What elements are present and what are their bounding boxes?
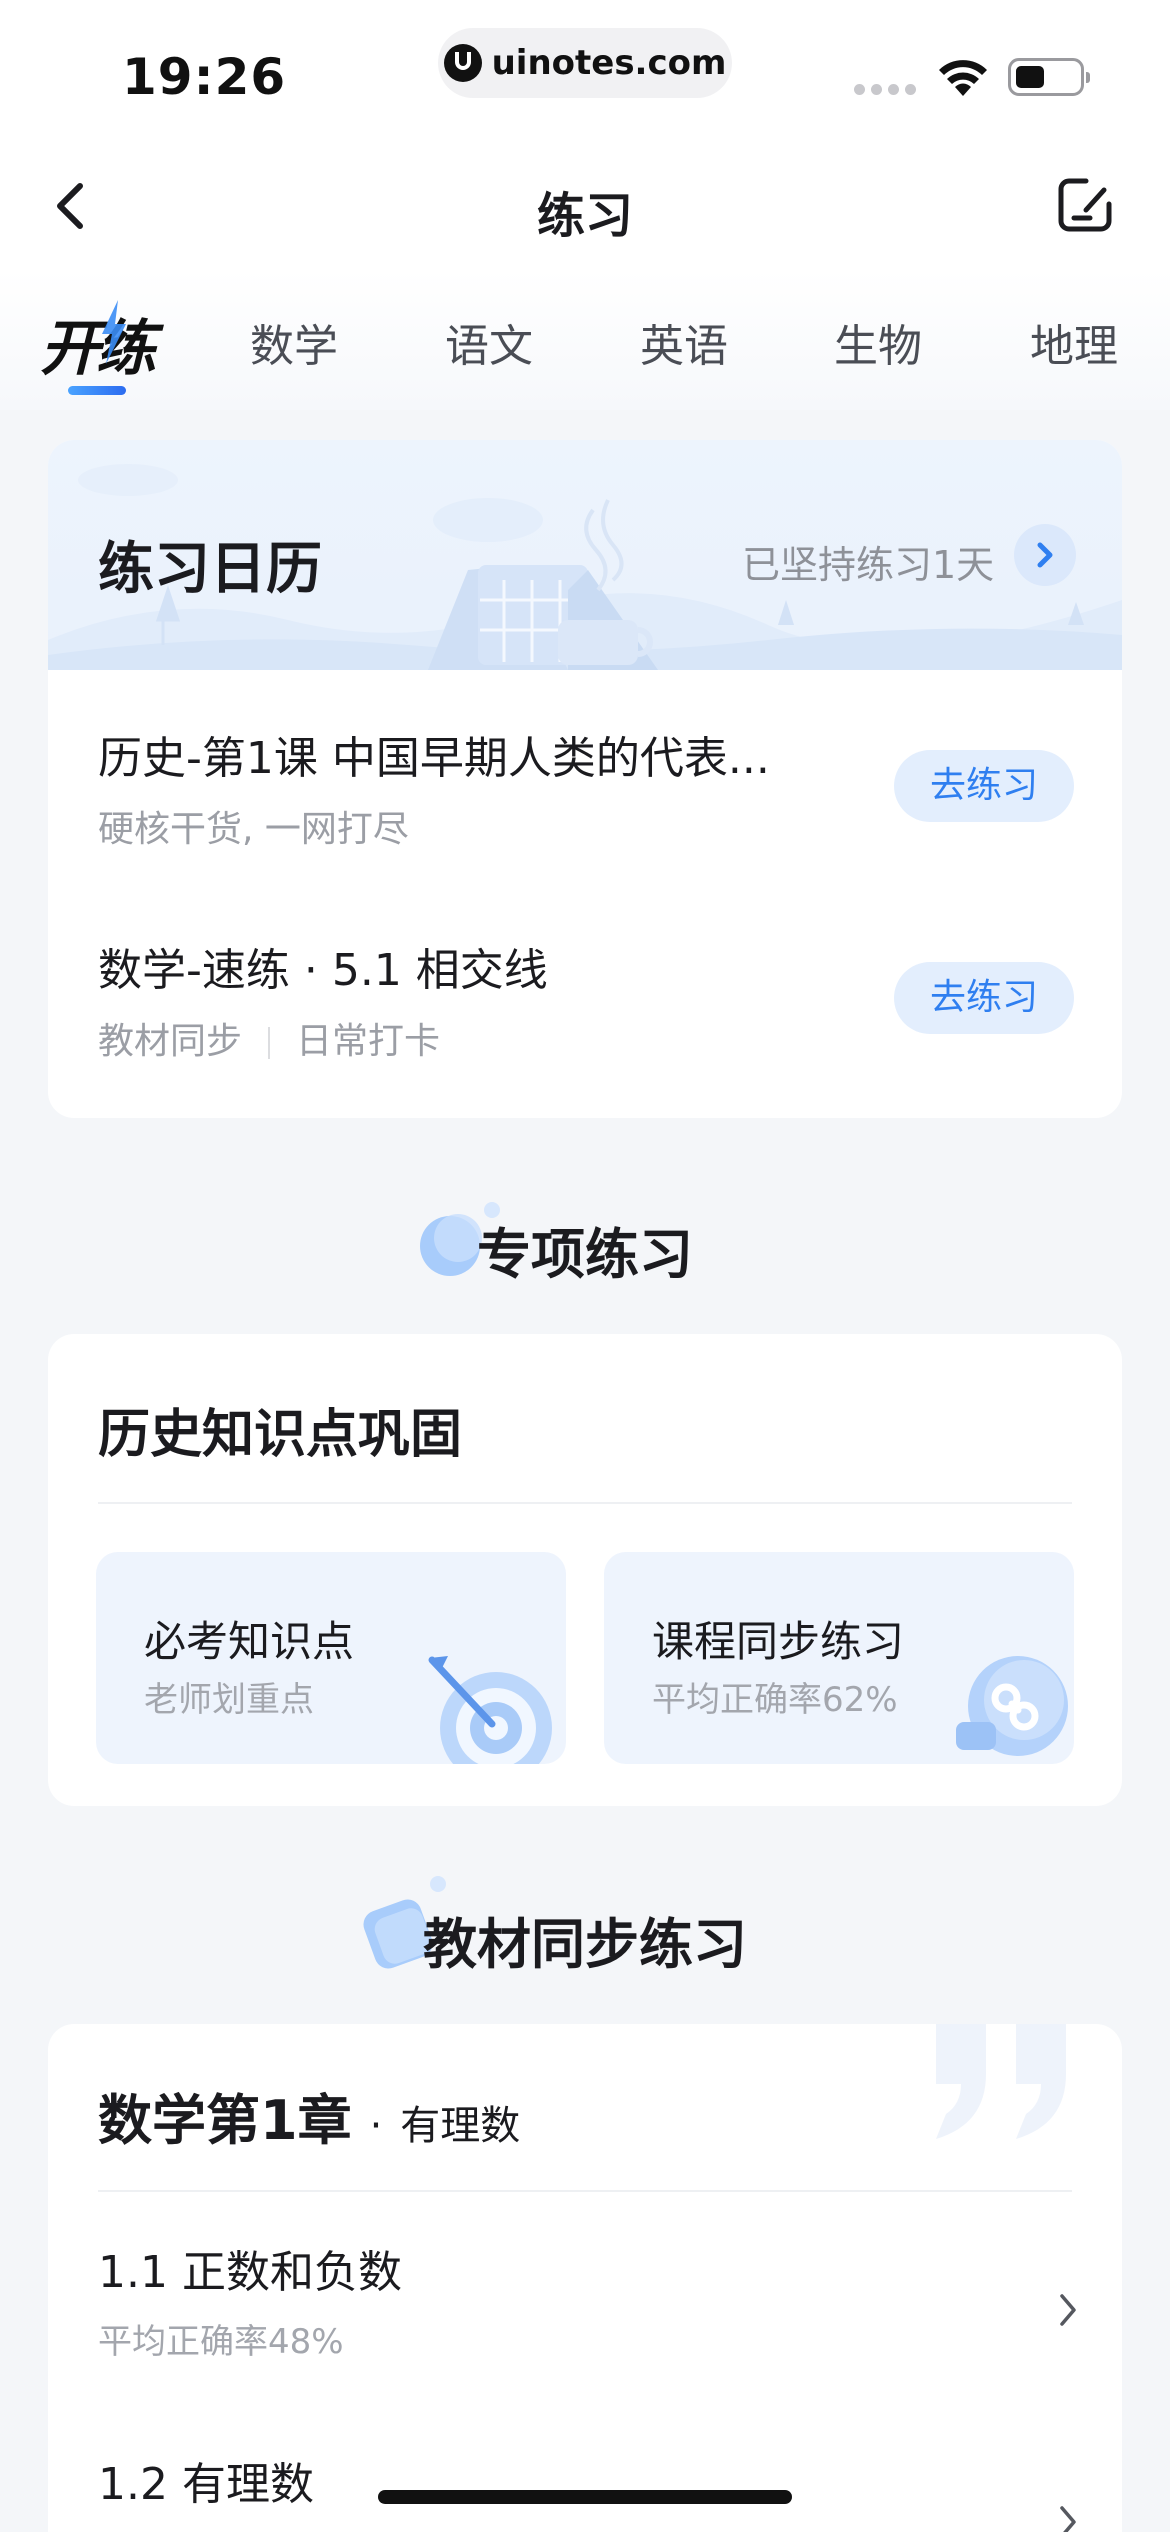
chapter-title: 数学第1章 · 有理数 <box>98 2076 520 2155</box>
url-text: uinotes.com <box>491 43 727 83</box>
chapter-name: 数学第1章 <box>98 2089 352 2152</box>
target-icon <box>428 1656 552 1764</box>
task-title-history: 历史-第1课 中国早期人类的代表... <box>98 733 770 784</box>
chevron-right-icon <box>1060 2506 1076 2532</box>
divider <box>98 1502 1072 1504</box>
chevron-right-icon <box>1037 542 1053 568</box>
practice-calendar-card: 练习日历 已坚持练习1天 历史-第1课 中国早期人类的代表... 硬核干货, 一… <box>48 440 1122 1118</box>
textbook-section-header: 教材同步练习 <box>0 1876 1170 1979</box>
task-title-math: 数学-速练 · 5.1 相交线 <box>98 945 548 996</box>
wifi-icon <box>939 60 987 96</box>
must-know-subtitle: 老师划重点 <box>144 1680 314 1720</box>
tag-textbook-sync: 教材同步 <box>98 1021 243 1062</box>
cellular-signal-icon <box>854 84 916 95</box>
tab-math[interactable]: 数学 <box>250 310 338 374</box>
status-bar: 19:26 uinotes.com <box>0 0 1170 140</box>
tab-chinese[interactable]: 语文 <box>445 310 533 374</box>
tab-english[interactable]: 英语 <box>640 310 728 374</box>
textbook-chapter-card: 数学第1章 · 有理数 1.1 正数和负数 平均正确率48% 1.2 有理数 <box>48 2024 1122 2532</box>
task-subtitle-history: 硬核干货, 一网打尽 <box>98 809 409 850</box>
course-sync-title: 课程同步练习 <box>652 1617 905 1666</box>
streak-text: 已坚持练习1天 <box>742 543 995 587</box>
lesson-title: 1.1 正数和负数 <box>98 2247 402 2298</box>
lightning-icon <box>102 300 126 364</box>
quote-mark-icon <box>936 2024 1066 2139</box>
must-know-title: 必考知识点 <box>144 1617 355 1666</box>
special-section-header: 专项练习 <box>0 1202 1170 1289</box>
course-sync-subtitle: 平均正确率62% <box>652 1680 898 1720</box>
calendar-header[interactable]: 练习日历 已坚持练习1天 <box>48 440 1122 670</box>
must-know-tile[interactable]: 必考知识点 老师划重点 <box>96 1552 566 1764</box>
battery-icon <box>1008 58 1090 96</box>
special-practice-card: 历史知识点巩固 必考知识点 老师划重点 课程同步练习 平均正确率62% <box>48 1334 1122 1806</box>
page-title: 练习 <box>536 188 633 244</box>
site-logo-icon <box>443 44 482 82</box>
divider <box>98 2190 1072 2192</box>
chevron-right-icon <box>1060 2294 1076 2326</box>
status-time: 19:26 <box>122 48 287 106</box>
link-icon <box>956 1656 1068 1756</box>
practice-page: 19:26 uinotes.com 练习 开练 数学 语文 英语 生物 地理 练… <box>0 0 1170 2532</box>
home-indicator <box>378 2490 792 2504</box>
chapter-subtitle: 有理数 <box>400 2103 521 2149</box>
tag-daily-checkin: 日常打卡 <box>296 1021 441 1062</box>
lesson-title: 1.2 有理数 <box>98 2459 314 2510</box>
special-section-title: 专项练习 <box>477 1223 693 1286</box>
tab-kailian[interactable]: 开练 <box>40 300 160 390</box>
url-pill[interactable]: uinotes.com <box>438 28 732 98</box>
subject-tabs: 开练 数学 语文 英语 生物 地理 <box>0 270 1170 410</box>
nav-bar: 练习 <box>0 140 1170 270</box>
special-card-title: 历史知识点巩固 <box>98 1405 463 1465</box>
task-tags-math: 教材同步 日常打卡 <box>98 1012 440 1064</box>
tab-biology[interactable]: 生物 <box>834 310 922 374</box>
course-sync-tile[interactable]: 课程同步练习 平均正确率62% <box>604 1552 1074 1764</box>
tab-geography[interactable]: 地理 <box>1030 310 1118 374</box>
lesson-accuracy: 平均正确率48% <box>98 2322 344 2362</box>
calendar-arrow-button[interactable] <box>1014 524 1076 586</box>
edit-square-icon[interactable] <box>1056 176 1114 234</box>
go-practice-button-math[interactable]: 去练习 <box>894 962 1074 1034</box>
chapter-dot: · <box>369 2103 383 2149</box>
calendar-title: 练习日历 <box>98 537 322 602</box>
textbook-section-title: 教材同步练习 <box>423 1913 747 1976</box>
tab-kailian-label: 开练 <box>40 314 156 384</box>
go-practice-button-history[interactable]: 去练习 <box>894 750 1074 822</box>
active-tab-indicator <box>68 386 126 395</box>
